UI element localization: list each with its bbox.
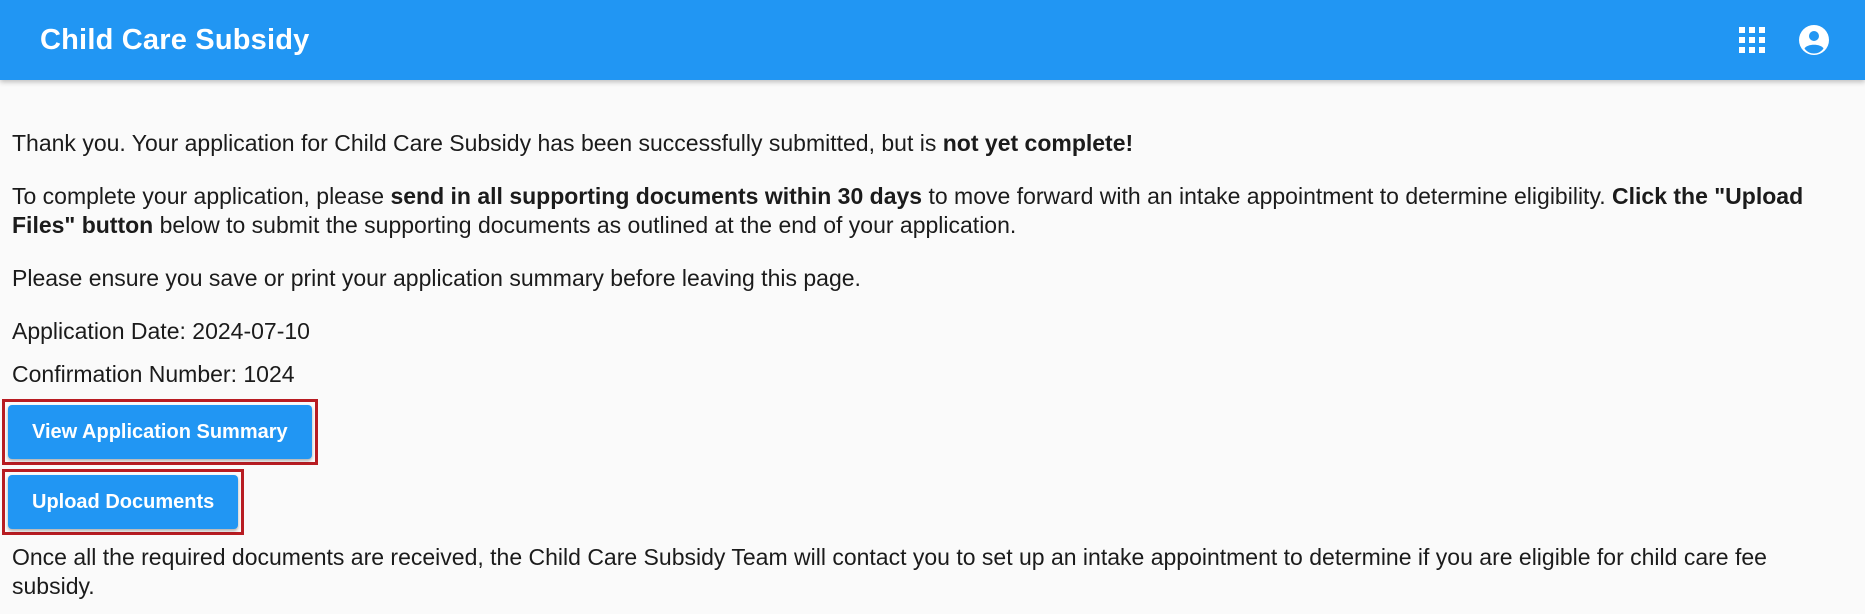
instructions-part-2: to move forward with an intake appointme… bbox=[922, 183, 1613, 209]
upload-documents-row: Upload Documents bbox=[2, 469, 1853, 535]
instructions: To complete your application, please sen… bbox=[12, 182, 1853, 240]
submission-notice-text: Thank you. Your application for Child Ca… bbox=[12, 130, 943, 156]
view-summary-row: View Application Summary bbox=[2, 399, 1853, 465]
application-date-label: Application Date: bbox=[12, 318, 193, 344]
view-application-summary-button[interactable]: View Application Summary bbox=[8, 405, 312, 459]
confirmation-number-value: 1024 bbox=[243, 361, 295, 387]
not-complete-emphasis: not yet complete! bbox=[942, 130, 1134, 156]
save-notice: Please ensure you save or print your app… bbox=[12, 265, 861, 291]
instructions-part-3: below to submit the supporting documents… bbox=[153, 212, 1017, 238]
instructions-part-1: To complete your application, please bbox=[12, 183, 391, 209]
upload-documents-button[interactable]: Upload Documents bbox=[8, 475, 239, 529]
main-content: Thank you. Your application for Child Ca… bbox=[0, 80, 1865, 601]
confirmation-number-label: Confirmation Number: bbox=[12, 361, 244, 387]
app-title: Child Care Subsidy bbox=[40, 23, 310, 56]
app-bar: Child Care Subsidy bbox=[0, 0, 1865, 80]
application-date-value: 2024-07-10 bbox=[192, 318, 310, 344]
confirmation-number: Confirmation Number: 1024 bbox=[12, 360, 1853, 389]
closing-notice: Once all the required documents are rece… bbox=[12, 544, 1767, 599]
account-circle-icon[interactable] bbox=[1797, 23, 1831, 57]
instructions-bold-deadline: send in all supporting documents within … bbox=[390, 183, 923, 209]
upload-documents-highlight: Upload Documents bbox=[2, 469, 245, 535]
apps-grid-icon[interactable] bbox=[1735, 23, 1769, 57]
submission-notice: Thank you. Your application for Child Ca… bbox=[12, 129, 1853, 158]
view-summary-highlight: View Application Summary bbox=[2, 399, 318, 465]
application-date: Application Date: 2024-07-10 bbox=[12, 317, 1853, 346]
app-actions bbox=[1735, 23, 1831, 57]
